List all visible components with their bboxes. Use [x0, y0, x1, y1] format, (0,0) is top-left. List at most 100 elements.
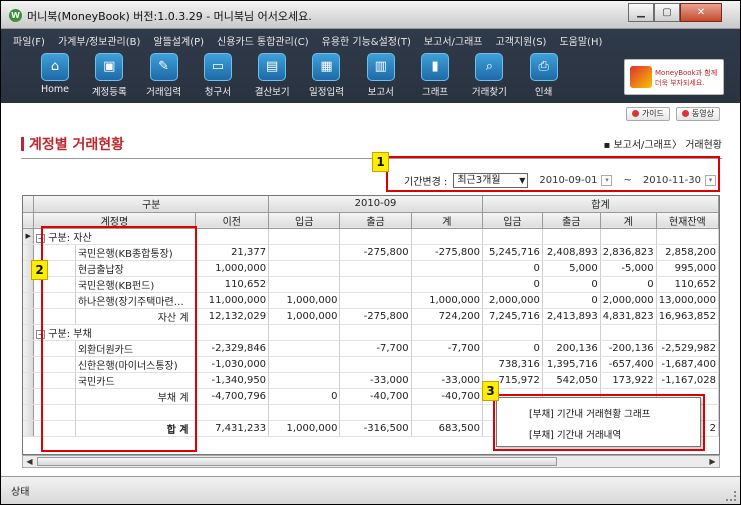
header-group-row: 구분 2010-09 합계: [23, 196, 719, 213]
guide-button[interactable]: 가이드: [625, 107, 670, 121]
amount-cell: 2,836,823: [600, 244, 657, 261]
maximize-button[interactable]: ▢: [654, 3, 680, 22]
scroll-right-icon[interactable]: ▶: [706, 456, 719, 467]
amount-cell: 21,377: [195, 244, 270, 261]
column-header[interactable]: 입금: [482, 212, 543, 229]
column-header[interactable]: 계: [411, 212, 484, 229]
empty-cell: [542, 228, 601, 245]
amount-cell: 0: [482, 276, 543, 293]
row-indicator: [23, 388, 35, 405]
amount-cell: 0: [482, 260, 543, 277]
subtotal-cell: 16,963,852: [656, 308, 719, 325]
subtotal-cell: 7,245,716: [482, 308, 543, 325]
amount-cell: -33,000: [339, 372, 412, 389]
app-header: 파일(F) 가계부/정보관리(B) 알뜰설계(P) 신용카드 통합관리(C) 유…: [1, 29, 740, 103]
toolbar-home-button[interactable]: ⌂ Home: [31, 53, 79, 101]
amount-cell: 13,000,000: [656, 292, 719, 309]
amount-cell: 0: [542, 292, 601, 309]
column-header[interactable]: 출금: [542, 212, 601, 229]
amount-cell: -1,167,028: [656, 372, 719, 389]
amount-cell: [339, 260, 412, 277]
amount-cell: -275,800: [339, 244, 412, 261]
bill-card-icon: ▭: [203, 53, 232, 81]
column-header[interactable]: 입금: [268, 212, 341, 229]
toolbar-account-register-button[interactable]: ▣ 계정등록: [85, 53, 133, 101]
subtotal-cell: -275,800: [339, 308, 412, 325]
column-header[interactable]: 계: [600, 212, 657, 229]
brand-banner[interactable]: MoneyBook과 함께 더욱 부자되세요.: [624, 59, 724, 95]
callout-badge-3: 3: [482, 381, 499, 401]
amount-cell: 2,408,893: [542, 244, 601, 261]
amount-cell: -1,340,950: [195, 372, 270, 389]
amount-cell: 110,652: [195, 276, 270, 293]
subtotal-cell: 12,132,029: [195, 308, 270, 325]
toolbar-search-button[interactable]: ⌕ 거래찾기: [465, 53, 513, 101]
empty-cell: [482, 228, 543, 245]
callout-box-2: [41, 226, 197, 452]
empty-cell: [339, 228, 412, 245]
subtotal-cell: -40,700: [339, 388, 412, 405]
video-button[interactable]: 동영상: [675, 107, 720, 121]
amount-cell: [268, 340, 341, 357]
toolbar-label: 인쇄: [534, 87, 553, 98]
amount-cell: -2,329,846: [195, 340, 270, 357]
total-cell: -316,500: [339, 419, 412, 437]
window-controls: ▁ ▢ ✕: [628, 3, 722, 22]
scroll-thumb[interactable]: [37, 457, 557, 466]
amount-cell: -7,700: [339, 340, 412, 357]
app-icon: W: [9, 9, 22, 22]
menu-support[interactable]: 고객지원(S): [496, 33, 547, 48]
amount-cell: [268, 244, 341, 261]
column-header[interactable]: 이전: [195, 212, 270, 229]
toolbar-print-button[interactable]: ⎙ 인쇄: [520, 53, 568, 101]
row-header-cell: [23, 212, 35, 229]
amount-cell: [339, 292, 412, 309]
menu-help[interactable]: 도움말(H): [559, 33, 602, 48]
column-header[interactable]: 현재잔액: [656, 212, 719, 229]
help-links: 가이드 동영상: [620, 107, 720, 121]
brand-slogan: MoneyBook과 함께 더욱 부자되세요.: [655, 68, 717, 88]
toolbar-graph-button[interactable]: ▮ 그래프: [411, 53, 459, 101]
toolbar-bill-button[interactable]: ▭ 청구서: [194, 53, 242, 101]
empty-cell: [600, 228, 657, 245]
video-label: 동영상: [691, 109, 714, 118]
amount-cell: [268, 356, 341, 373]
moneybook-logo: [630, 66, 652, 88]
toolbar-schedule-button[interactable]: ▦ 일정입력: [302, 53, 350, 101]
menu-tools[interactable]: 유용한 기능&설정(T): [322, 33, 411, 48]
toolbar-label: 거래입력: [146, 87, 182, 98]
toolbar-settlement-button[interactable]: ▤ 결산보기: [248, 53, 296, 101]
toolbar-report-button[interactable]: ▥ 보고서: [357, 53, 405, 101]
amount-cell: [268, 276, 341, 293]
amount-cell: 11,000,000: [195, 292, 270, 309]
resize-grip-icon[interactable]: [726, 491, 736, 501]
empty-cell: [411, 228, 484, 245]
column-header[interactable]: 출금: [339, 212, 412, 229]
menu-file[interactable]: 파일(F): [13, 33, 45, 48]
amount-cell: -33,000: [411, 372, 484, 389]
header-category: 구분: [33, 196, 270, 213]
amount-cell: -1,687,400: [656, 356, 719, 373]
minimize-button[interactable]: ▁: [628, 3, 654, 22]
subtotal-cell: 724,200: [411, 308, 484, 325]
menu-reports[interactable]: 보고서/그래프: [424, 33, 483, 48]
transaction-input-icon: ✎: [149, 53, 178, 81]
toolbar-transaction-input-button[interactable]: ✎ 거래입력: [140, 53, 188, 101]
close-button[interactable]: ✕: [680, 3, 722, 22]
row-indicator: [23, 308, 35, 325]
menu-ledger[interactable]: 가계부/정보관리(B): [58, 33, 140, 48]
toolbar-label: Home: [40, 84, 70, 95]
empty-cell: [339, 324, 412, 341]
row-indicator: [23, 404, 35, 421]
subtotal-cell: -4,700,796: [195, 388, 270, 405]
amount-cell: [411, 276, 484, 293]
amount-cell: 0: [600, 276, 657, 293]
amount-cell: [268, 372, 341, 389]
empty-cell: [411, 324, 484, 341]
empty-cell: [268, 324, 341, 341]
scroll-left-icon[interactable]: ◀: [23, 456, 36, 467]
menu-planning[interactable]: 알뜰설계(P): [153, 33, 204, 48]
empty-cell: [656, 324, 719, 341]
menu-credit-card[interactable]: 신용카드 통합관리(C): [217, 33, 309, 48]
horizontal-scrollbar[interactable]: ◀ ▶: [22, 455, 720, 468]
